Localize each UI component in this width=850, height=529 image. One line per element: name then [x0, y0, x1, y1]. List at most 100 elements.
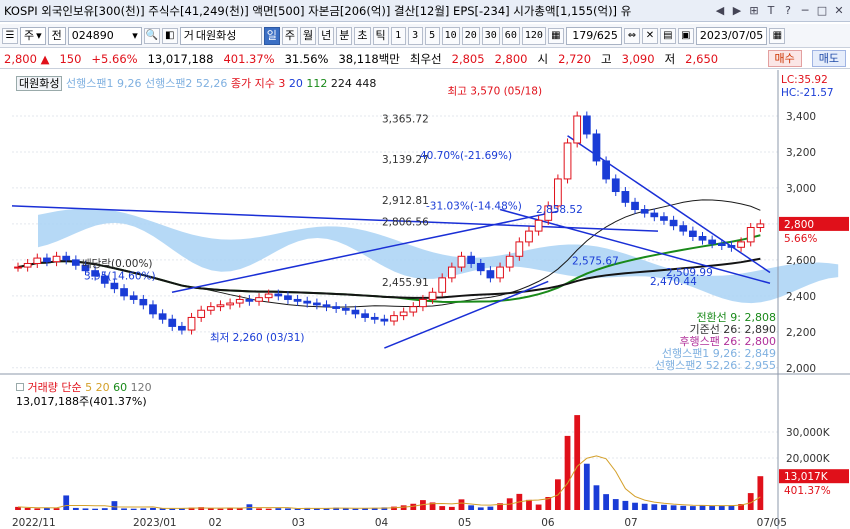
period-tick[interactable]: 틱: [372, 26, 389, 45]
save-icon[interactable]: ▣: [677, 27, 694, 44]
maximize-icon[interactable]: □: [815, 4, 829, 18]
interval-30[interactable]: 30: [481, 26, 500, 45]
zoom-icon[interactable]: ⇔: [623, 27, 640, 44]
interval-120[interactable]: 120: [521, 26, 546, 45]
page-counter[interactable]: 179/625: [565, 26, 622, 45]
candle-body: [187, 316, 196, 331]
time-tick-label: 05: [458, 517, 471, 529]
help-icon[interactable]: ?: [781, 4, 795, 18]
period-second[interactable]: 초: [354, 26, 371, 45]
price-tick-label: 2,400: [786, 291, 816, 303]
volume-bar: [265, 508, 272, 510]
volume-tick-label: 20,000K: [786, 453, 831, 465]
interval-3[interactable]: 3: [407, 26, 423, 45]
market-select[interactable]: 주 ▾: [20, 26, 46, 45]
time-tick-label: 2023/01: [133, 517, 177, 529]
period-day[interactable]: 일: [263, 26, 280, 45]
minimize-icon[interactable]: ─: [798, 4, 812, 18]
time-tick-label: 03: [292, 517, 305, 529]
interval-10[interactable]: 10: [441, 26, 460, 45]
chart-legend: 대원화성 선행스팬1 9,26 선행스팬2 52,26 종가 지수 3 20 1…: [16, 75, 376, 91]
legend-ma-224: 224: [330, 77, 352, 90]
interval-20[interactable]: 20: [461, 26, 480, 45]
candle-body: [438, 277, 447, 293]
current-price-tag: 2,800: [784, 219, 814, 231]
next-icon[interactable]: ▶: [730, 4, 744, 18]
candle-body: [71, 259, 80, 266]
volume-bar: [641, 503, 648, 510]
calendar-icon[interactable]: ▦: [547, 27, 564, 44]
period-week[interactable]: 주: [281, 26, 299, 45]
candle-body: [303, 300, 312, 304]
interval-60[interactable]: 60: [501, 26, 520, 45]
checkbox-icon[interactable]: [16, 383, 24, 391]
period-month[interactable]: 월: [300, 26, 317, 45]
crosshair-icon[interactable]: ✕: [641, 27, 658, 44]
volume-bar: [651, 504, 658, 510]
volume-bar: [535, 504, 542, 510]
interval-1[interactable]: 1: [390, 26, 406, 45]
candle-body: [727, 244, 736, 248]
text-icon[interactable]: T: [764, 4, 778, 18]
prev-icon[interactable]: ◀: [713, 4, 727, 18]
volume-bar: [169, 508, 176, 510]
candle-body: [206, 306, 215, 311]
stock-chart[interactable]: 2,000 2,200 2,400 2,600 2,800 3,000 3,200 3,400…: [0, 70, 850, 529]
price-tick-label: 2,600: [786, 255, 816, 267]
menu-icon[interactable]: ☰: [2, 27, 18, 44]
volume-bar: [661, 504, 667, 510]
period-year[interactable]: 년: [318, 26, 335, 45]
low-label: 저: [664, 51, 676, 66]
volume-bar: [24, 507, 31, 510]
candle-body: [476, 262, 485, 272]
volume-bar: [468, 505, 475, 510]
candle-body: [602, 160, 610, 180]
sell-button[interactable]: 매도: [811, 50, 846, 67]
time-tick-label: 04: [375, 517, 389, 529]
candle-body: [129, 295, 138, 300]
legend-ma-112: 112: [306, 77, 328, 90]
candle-body: [457, 255, 466, 268]
price-change-pct: +5.66%: [91, 51, 138, 66]
candle-body: [592, 133, 601, 162]
stock-name-field[interactable]: 거 대원화성: [179, 26, 262, 45]
volume-bar: [352, 508, 359, 510]
volume-bar: [680, 505, 687, 510]
stock-list-icon[interactable]: ◧: [161, 27, 178, 44]
volume-bar: [458, 499, 465, 510]
candle-body: [361, 313, 369, 318]
prev-toggle[interactable]: 전: [47, 26, 66, 45]
grid-icon[interactable]: ⊞: [747, 4, 761, 18]
candle-body: [660, 216, 668, 221]
candle-body: [505, 255, 514, 268]
date-field[interactable]: 2023/07/05: [695, 26, 768, 45]
legend-stock-name[interactable]: 대원화성: [16, 76, 63, 91]
annotation-fib_2455: 2,455.91: [382, 277, 429, 289]
stock-code-input[interactable]: 024890 ▾: [67, 26, 142, 45]
volume-bar: [121, 508, 127, 510]
buy-button[interactable]: 매수: [767, 50, 802, 67]
search-icon[interactable]: 🔍: [143, 27, 160, 44]
candle-body: [582, 115, 591, 135]
candle-body: [688, 230, 697, 237]
candle-body: [390, 315, 398, 322]
close-icon[interactable]: ✕: [832, 4, 846, 18]
candle-body: [264, 293, 273, 299]
print-icon[interactable]: ▤: [659, 27, 676, 44]
candle-body: [158, 313, 167, 320]
period-minute[interactable]: 분: [336, 26, 353, 45]
stock-info-text: KOSPI 외국인보유[300(천)] 주식수[41,249(천)] 액면[50…: [4, 3, 632, 18]
candle-body: [149, 304, 157, 315]
annotation-high: 최고 3,570 (05/18): [448, 85, 543, 97]
candle-body: [341, 307, 350, 311]
trade-amount: 38,118백만: [338, 51, 400, 66]
volume-bar: [140, 508, 147, 510]
annotation-val_2575: 2,575.67: [572, 255, 619, 267]
candle-body: [370, 316, 379, 320]
volume-bar: [256, 508, 262, 510]
interval-5[interactable]: 5: [424, 26, 440, 45]
calendar-picker-icon[interactable]: ▦: [769, 27, 786, 44]
volume: 13,017,188: [147, 51, 214, 66]
candle-body: [409, 306, 418, 313]
volume-ratio: 401.37%: [223, 51, 275, 66]
